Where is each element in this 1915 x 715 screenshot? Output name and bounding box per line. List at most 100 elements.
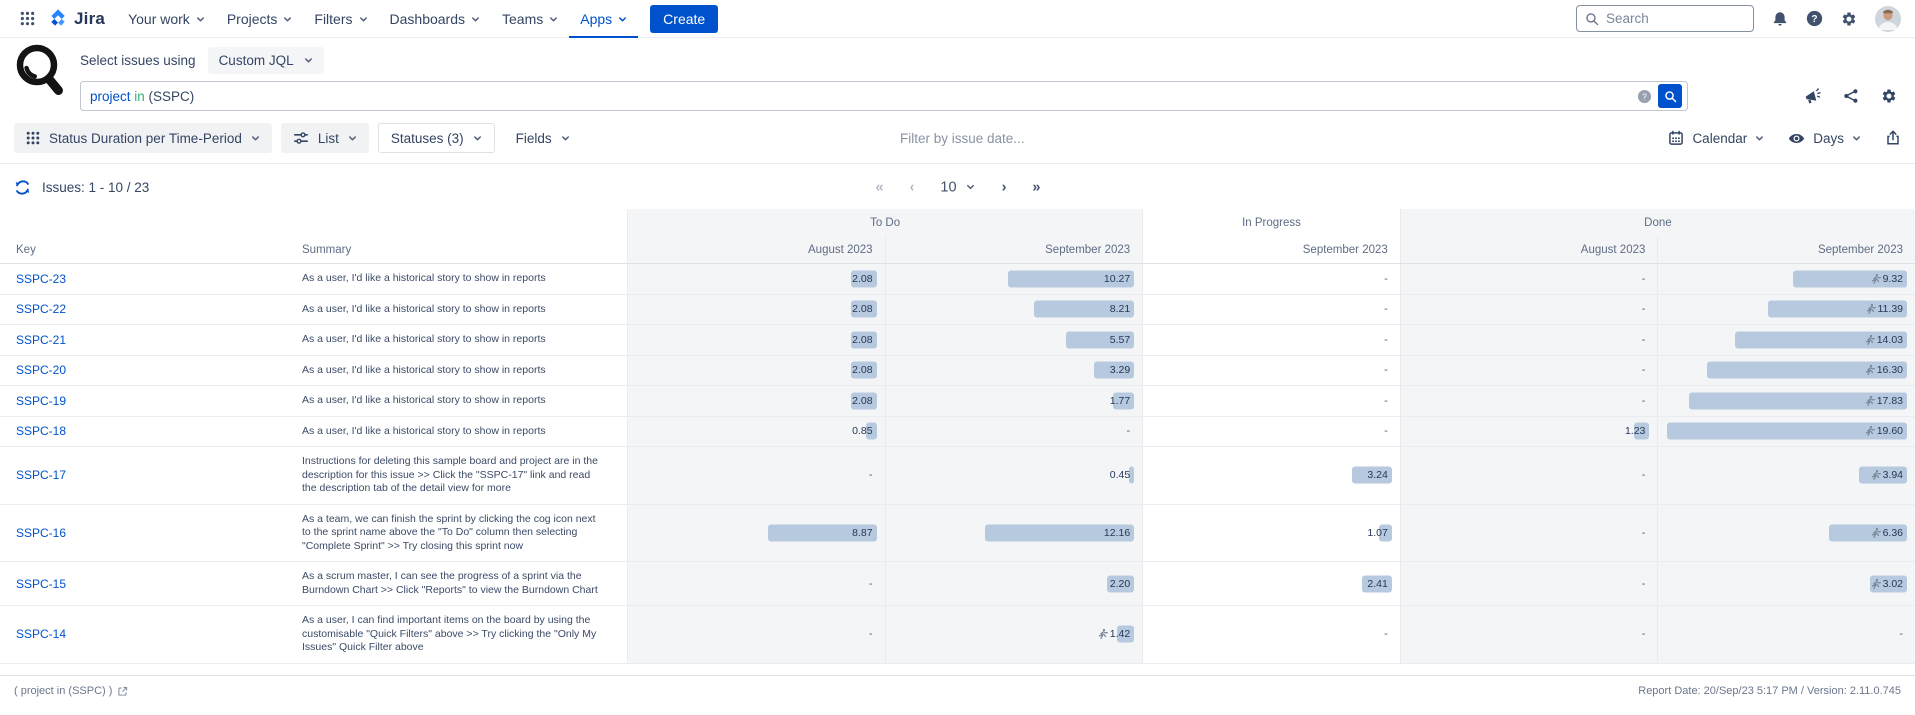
duration-cell: 2.08 [627, 386, 885, 416]
duration-cell: - [1142, 295, 1400, 325]
days-view-dropdown[interactable]: Days [1788, 130, 1861, 147]
duration-cell: - [1400, 295, 1658, 325]
duration-cell: 5.57 [885, 325, 1143, 355]
first-page-button[interactable]: « [876, 179, 883, 195]
nav-item-projects[interactable]: Projects [216, 0, 304, 38]
duration-value: 14.03 [1863, 334, 1903, 346]
prev-page-button[interactable]: ‹ [910, 179, 914, 195]
duration-cell: 1.23 [1400, 417, 1658, 447]
duration-value: 11.39 [1864, 303, 1904, 315]
empty-duration: - [1642, 364, 1646, 376]
grid-icon [26, 131, 40, 145]
statuses-label: Statuses (3) [391, 131, 464, 146]
jql-help-icon[interactable]: ? [1637, 89, 1652, 104]
chevron-down-icon [1852, 134, 1861, 143]
duration-value: 9.32 [1869, 273, 1903, 285]
nav-item-label: Teams [502, 11, 543, 27]
chevron-down-icon [473, 134, 482, 143]
duration-value: 1.77 [1110, 395, 1130, 407]
column-header-key: Key [0, 236, 302, 263]
duration-value: 8.87 [852, 527, 872, 539]
table-row-sspc-17: SSPC-17Instructions for deleting this sa… [0, 447, 1915, 505]
column-header-summary: Summary [302, 236, 627, 263]
empty-duration: - [869, 469, 873, 481]
fields-dropdown[interactable]: Fields [504, 123, 582, 153]
issue-key-link[interactable]: SSPC-14 [16, 627, 66, 641]
chevron-down-icon [1755, 134, 1764, 143]
search-icon [1664, 90, 1677, 103]
jira-logo-text: Jira [74, 9, 105, 29]
column-header-month: August 2023 [627, 236, 885, 263]
app-switcher-icon[interactable] [14, 11, 41, 26]
duration-cell: 1.07 [1142, 505, 1400, 562]
help-icon[interactable]: ? [1806, 10, 1823, 27]
notifications-bell-icon[interactable] [1772, 11, 1788, 27]
nav-item-teams[interactable]: Teams [491, 0, 569, 38]
issue-key-link[interactable]: SSPC-23 [16, 272, 66, 286]
chevron-down-icon [471, 15, 480, 24]
statuses-dropdown[interactable]: Statuses (3) [378, 123, 495, 153]
issue-key-link[interactable]: SSPC-16 [16, 526, 66, 540]
fields-label: Fields [516, 131, 552, 146]
duration-cell: - [1142, 386, 1400, 416]
status-group-header: To Do [627, 209, 1142, 236]
page-size-select[interactable]: 10 [940, 179, 974, 195]
report-footer: ( project in (SSPC) ) Report Date: 20/Se… [0, 675, 1915, 715]
sprint-runner-icon [1863, 364, 1875, 376]
nav-item-label: Filters [314, 11, 352, 27]
app-magnifier-logo [13, 43, 65, 99]
table-row-sspc-22: SSPC-22As a user, I'd like a historical … [0, 295, 1915, 326]
nav-item-filters[interactable]: Filters [303, 0, 378, 38]
layout-dropdown[interactable]: List [281, 123, 369, 153]
user-avatar[interactable] [1875, 6, 1901, 32]
next-page-button[interactable]: › [1002, 179, 1006, 195]
duration-cell: 12.16 [885, 505, 1143, 562]
issue-key-link[interactable]: SSPC-17 [16, 468, 66, 482]
create-button[interactable]: Create [650, 5, 718, 33]
jql-search-button[interactable] [1658, 84, 1682, 108]
duration-cell: 1.77 [885, 386, 1143, 416]
query-mode-dropdown[interactable]: Custom JQL [208, 47, 324, 74]
nav-item-your-work[interactable]: Your work [117, 0, 216, 38]
global-search-input[interactable]: Search [1576, 5, 1754, 32]
nav-item-dashboards[interactable]: Dashboards [379, 0, 492, 38]
issue-key-link[interactable]: SSPC-15 [16, 577, 66, 591]
share-icon[interactable] [1843, 88, 1859, 104]
issue-summary: As a user, I'd like a historical story t… [302, 417, 627, 447]
duration-value: 3.02 [1869, 578, 1903, 590]
issue-key-link[interactable]: SSPC-20 [16, 363, 66, 377]
issue-date-filter-input[interactable]: Filter by issue date... [900, 131, 1025, 146]
report-settings-gear-icon[interactable] [1881, 88, 1897, 104]
calendar-dropdown[interactable]: Calendar [1668, 130, 1764, 146]
jira-logo[interactable]: Jira [43, 8, 115, 29]
chevron-down-icon [966, 183, 975, 192]
page-size-value: 10 [940, 179, 956, 195]
issue-key-link[interactable]: SSPC-19 [16, 394, 66, 408]
settings-gear-icon[interactable] [1841, 11, 1857, 27]
duration-cell: 2.08 [627, 325, 885, 355]
duration-cell: - [1142, 325, 1400, 355]
last-page-button[interactable]: » [1032, 179, 1039, 195]
sprint-runner-icon [1869, 578, 1881, 590]
issue-key-link[interactable]: SSPC-18 [16, 424, 66, 438]
export-icon[interactable] [1885, 130, 1901, 146]
table-row-sspc-18: SSPC-18 As a user, I'd like a historical … [0, 417, 1915, 448]
duration-cell: 19.60 [1657, 417, 1915, 447]
duration-cell: 3.02 [1657, 562, 1915, 605]
table-row-sspc-16: SSPC-16As a team, we can finish the spri… [0, 505, 1915, 563]
pagination: « ‹ 10 › » [876, 179, 1040, 195]
duration-cell: - [885, 417, 1143, 447]
empty-duration: - [1899, 628, 1903, 640]
issue-key-link[interactable]: SSPC-22 [16, 302, 66, 316]
nav-item-apps[interactable]: Apps [569, 0, 638, 38]
jql-input[interactable]: project in (SSPC) ? [80, 81, 1688, 111]
external-link-icon[interactable] [117, 686, 128, 697]
column-header-month: September 2023 [1657, 236, 1915, 263]
jira-mark-icon [47, 8, 68, 29]
refresh-icon[interactable] [14, 179, 31, 196]
select-issues-label: Select issues using [80, 53, 196, 68]
results-bar: Issues: 1 - 10 / 23 « ‹ 10 › » [0, 164, 1915, 209]
issue-key-link[interactable]: SSPC-21 [16, 333, 66, 347]
view-type-dropdown[interactable]: Status Duration per Time-Period [14, 123, 272, 153]
feedback-megaphone-icon[interactable] [1803, 87, 1821, 105]
